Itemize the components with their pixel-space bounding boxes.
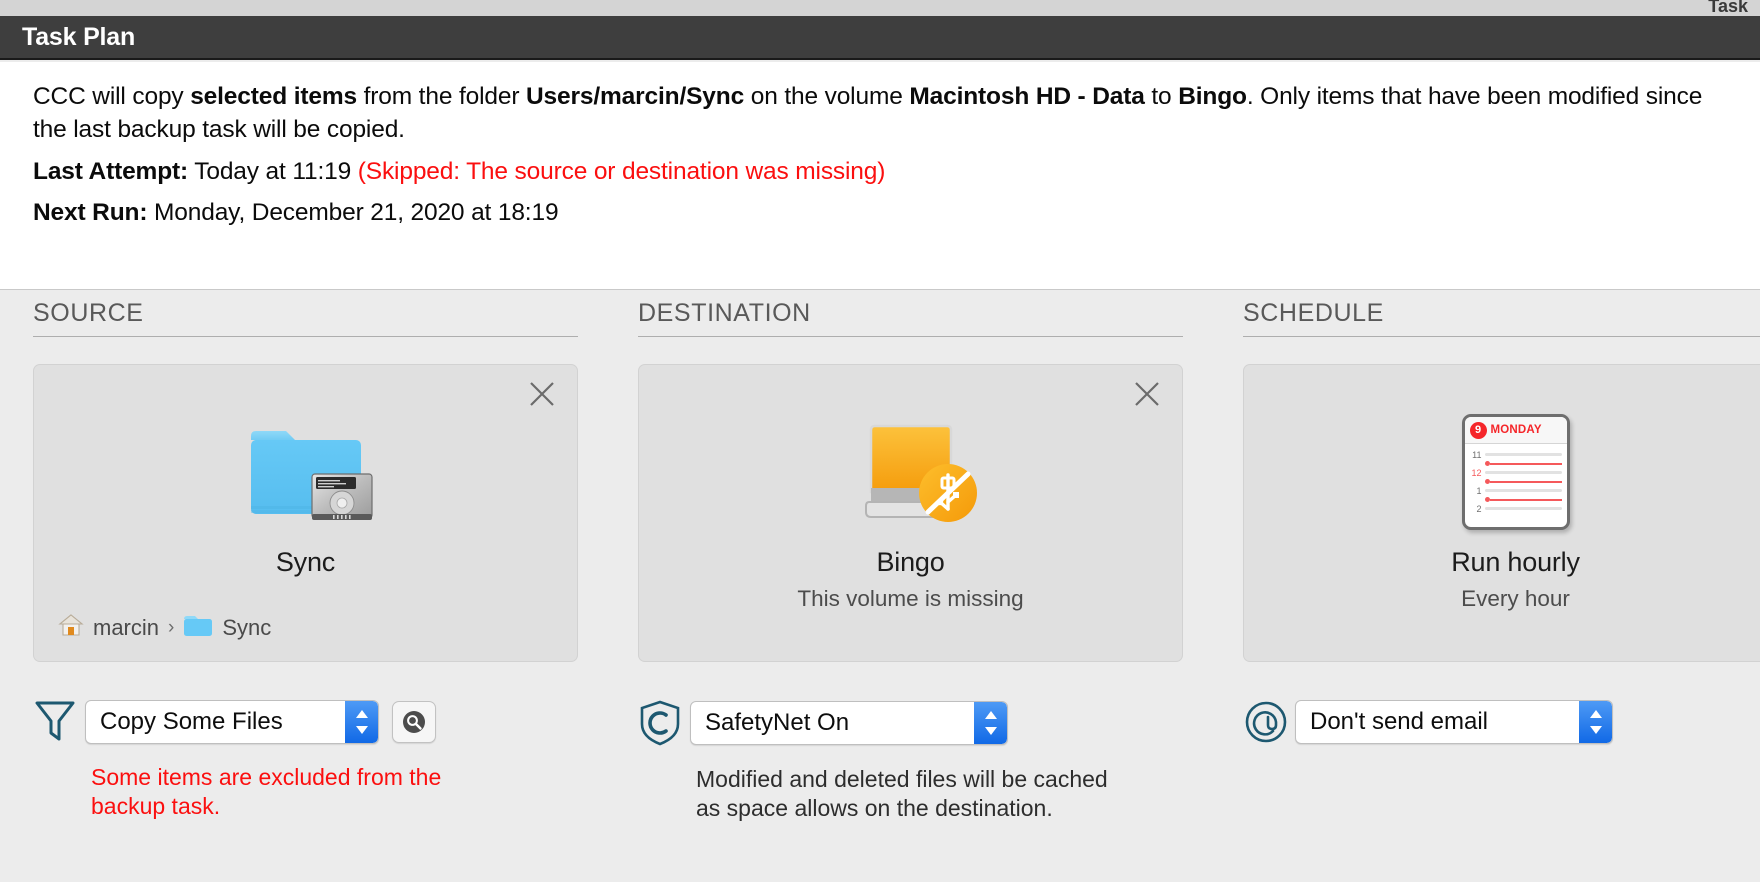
usb-disconnected-badge-icon	[917, 462, 979, 524]
last-attempt-label: Last Attempt:	[33, 157, 189, 185]
summary-destination-name: Bingo	[1178, 83, 1247, 110]
source-card[interactable]: Sync marcin › Sync	[33, 364, 578, 662]
destination-column: DESTINATION Bingo This volume is missing…	[638, 290, 1183, 882]
task-plan-summary: CCC will copy selected items from the fo…	[0, 62, 1760, 290]
close-icon[interactable]	[527, 379, 557, 409]
safetynet-value: SafetyNet On	[705, 709, 850, 736]
safetynet-popup[interactable]: SafetyNet On	[690, 701, 1008, 745]
task-plan-titlebar: Task Plan	[0, 16, 1760, 60]
safetynet-shield-icon	[638, 699, 690, 747]
destination-card[interactable]: Bingo This volume is missing	[638, 364, 1183, 662]
summary-desc-1: CCC will copy	[33, 83, 191, 110]
summary-desc-2: from the folder	[356, 83, 526, 110]
folder-with-disk-icon	[247, 422, 373, 522]
hard-disk-badge-icon	[310, 470, 373, 524]
calendar-hour-label: 1	[1476, 485, 1482, 496]
schedule-control-row: Don't send email	[1243, 699, 1760, 745]
calendar-event-bar	[1489, 480, 1562, 483]
calendar-header: 9 MONDAY	[1464, 417, 1567, 444]
destination-helper-text: Modified and deleted files will be cache…	[696, 766, 1108, 822]
next-run-row: Next Run: Monday, December 21, 2020 at 1…	[33, 196, 1732, 229]
last-attempt-status: (Skipped: The source or destination was …	[357, 157, 886, 185]
source-file-selection-value: Copy Some Files	[100, 708, 283, 735]
calendar-body: 11 12 1 2	[1465, 444, 1567, 527]
summary-description: CCC will copy selected items from the fo…	[33, 80, 1732, 147]
at-sign-icon	[1243, 699, 1295, 745]
calendar-event	[1469, 478, 1562, 485]
last-attempt-value: Today at 11:19	[194, 157, 352, 185]
calendar-hour-label: 2	[1476, 503, 1482, 514]
calendar-event	[1469, 496, 1562, 503]
last-attempt-row: Last Attempt: Today at 11:19 (Skipped: T…	[33, 155, 1732, 188]
task-config-columns: SOURCE Sync marcin › Sync Copy Some File…	[0, 290, 1760, 882]
next-run-label: Next Run:	[33, 198, 148, 226]
calendar-hour-line	[1484, 489, 1562, 492]
calendar-hour-line	[1484, 507, 1562, 510]
calendar-hour-row: 1	[1469, 485, 1562, 496]
window-top-strip: Task	[0, 0, 1760, 16]
close-icon[interactable]	[1132, 379, 1162, 409]
calendar-day-number: 9	[1469, 421, 1487, 439]
chevron-updown-icon[interactable]	[345, 701, 378, 743]
schedule-name: Run hourly	[1451, 547, 1580, 577]
calendar-hour-row: 12	[1469, 467, 1562, 478]
external-drive-missing-icon	[859, 414, 977, 530]
email-notification-popup[interactable]: Don't send email	[1295, 700, 1613, 744]
schedule-icon-wrap: 9 MONDAY 11 12 1 2	[1461, 411, 1570, 533]
destination-control-row: SafetyNet On	[638, 699, 1183, 747]
chevron-updown-icon[interactable]	[974, 702, 1007, 744]
source-icon-wrap	[247, 411, 373, 533]
folder-icon	[183, 614, 213, 643]
destination-status: This volume is missing	[797, 586, 1024, 611]
filter-funnel-icon	[33, 699, 85, 745]
chevron-updown-icon[interactable]	[1579, 701, 1612, 743]
source-section-title: SOURCE	[33, 299, 578, 337]
calendar-icon: 9 MONDAY 11 12 1 2	[1461, 414, 1570, 530]
summary-desc-3: on the volume	[744, 83, 910, 110]
magnifier-icon[interactable]	[392, 701, 436, 743]
window-ghost-title: Task	[1708, 0, 1748, 16]
calendar-event-bar	[1489, 462, 1562, 465]
schedule-card[interactable]: 9 MONDAY 11 12 1 2 Run hourly Every hour	[1243, 364, 1760, 662]
calendar-hour-line	[1484, 471, 1562, 474]
calendar-hour-line	[1484, 453, 1562, 456]
schedule-status: Every hour	[1461, 586, 1570, 611]
breadcrumb[interactable]: marcin › Sync	[58, 613, 271, 643]
next-run-value: Monday, December 21, 2020 at 18:19	[154, 198, 559, 226]
destination-section-title: DESTINATION	[638, 299, 1183, 337]
breadcrumb-folder: Sync	[222, 615, 272, 640]
summary-source-path: Users/marcin/Sync	[526, 83, 745, 110]
calendar-hour-label: 12	[1471, 467, 1482, 478]
calendar-hour-row: 11	[1469, 449, 1562, 460]
breadcrumb-user: marcin	[93, 615, 160, 640]
chevron-right-icon: ›	[168, 617, 175, 638]
calendar-hour-row: 2	[1469, 503, 1562, 514]
destination-name: Bingo	[876, 547, 945, 577]
calendar-hour-label: 11	[1472, 449, 1482, 460]
page-title: Task Plan	[22, 22, 136, 51]
email-notification-value: Don't send email	[1310, 708, 1489, 735]
calendar-event	[1469, 460, 1562, 467]
source-control-row: Copy Some Files	[33, 699, 578, 745]
destination-icon-wrap	[859, 411, 977, 533]
calendar-day-name: MONDAY	[1490, 424, 1542, 436]
schedule-section-title: SCHEDULE	[1243, 299, 1760, 337]
source-helper-text: Some items are excluded from the backup …	[91, 764, 442, 820]
source-name: Sync	[275, 547, 336, 577]
summary-volume-name: Macintosh HD - Data	[909, 83, 1145, 110]
home-icon	[58, 613, 84, 643]
source-file-selection-popup[interactable]: Copy Some Files	[85, 700, 379, 744]
source-column: SOURCE Sync marcin › Sync Copy Some File…	[33, 290, 578, 882]
schedule-column: SCHEDULE 9 MONDAY 11 12 1 2 Run hourly E…	[1243, 290, 1760, 882]
summary-desc-4: to	[1144, 83, 1179, 110]
summary-selected-items: selected items	[190, 83, 357, 110]
calendar-event-bar	[1489, 498, 1562, 501]
